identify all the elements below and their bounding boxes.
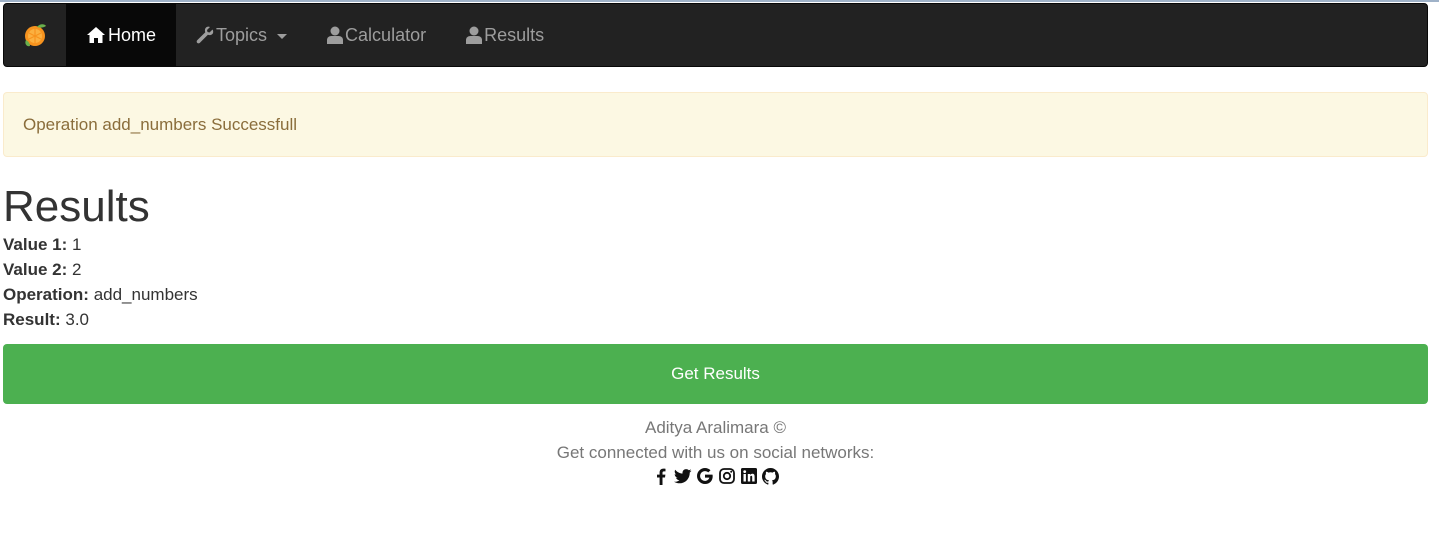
result-operation: Operation: add_numbers: [3, 282, 1428, 307]
nav-calculator-label: Calculator: [345, 24, 427, 45]
field-value: add_numbers: [93, 285, 198, 304]
nav-results[interactable]: Results: [446, 4, 564, 66]
get-results-button[interactable]: Get Results: [3, 344, 1428, 404]
footer: Aditya Aralimara © Get connected with us…: [3, 415, 1428, 485]
result-value2: Value 2: 2: [3, 257, 1428, 282]
alert-text: Operation add_numbers Successfull: [23, 114, 298, 134]
nav-home-label: Home: [108, 24, 157, 45]
brand-link[interactable]: [4, 4, 66, 66]
wrench-icon: [196, 26, 214, 44]
footer-author: Aditya Aralimara ©: [644, 418, 787, 437]
orange-logo-icon: [25, 24, 46, 47]
social-links: [3, 467, 1428, 485]
chevron-down-icon: [277, 33, 288, 39]
user-icon: [327, 26, 344, 44]
twitter-icon[interactable]: [673, 467, 692, 485]
field-value: 2: [72, 260, 82, 279]
user-icon: [466, 26, 483, 44]
github-icon[interactable]: [762, 467, 780, 485]
instagram-icon[interactable]: [718, 467, 736, 485]
nav-results-label: Results: [484, 24, 545, 45]
result-value1: Value 1: 1: [3, 232, 1428, 257]
results-list: Value 1: 1 Value 2: 2 Operation: add_num…: [3, 232, 1428, 332]
navbar: Home Topics Calculator Results: [3, 3, 1428, 67]
field-value: 3.0: [65, 310, 89, 329]
facebook-icon[interactable]: [652, 467, 670, 485]
field-label: Value 1:: [3, 235, 68, 254]
nav-topics-label: Topics: [216, 24, 268, 45]
nav-topics-dropdown[interactable]: Topics: [176, 4, 307, 66]
success-alert: Operation add_numbers Successfull: [3, 92, 1428, 157]
page: Home Topics Calculator Results Operation…: [0, 0, 1439, 539]
page-title: Results: [3, 182, 150, 231]
field-label: Operation:: [3, 285, 89, 304]
field-label: Result:: [3, 310, 61, 329]
field-value: 1: [72, 235, 82, 254]
field-label: Value 2:: [3, 260, 68, 279]
nav-home[interactable]: Home: [66, 4, 177, 66]
nav-calculator[interactable]: Calculator: [307, 4, 446, 66]
google-icon[interactable]: [696, 467, 714, 485]
home-icon: [87, 27, 105, 43]
footer-tagline: Get connected with us on social networks…: [556, 443, 875, 462]
linkedin-icon[interactable]: [740, 467, 758, 485]
result-result: Result: 3.0: [3, 307, 1428, 332]
